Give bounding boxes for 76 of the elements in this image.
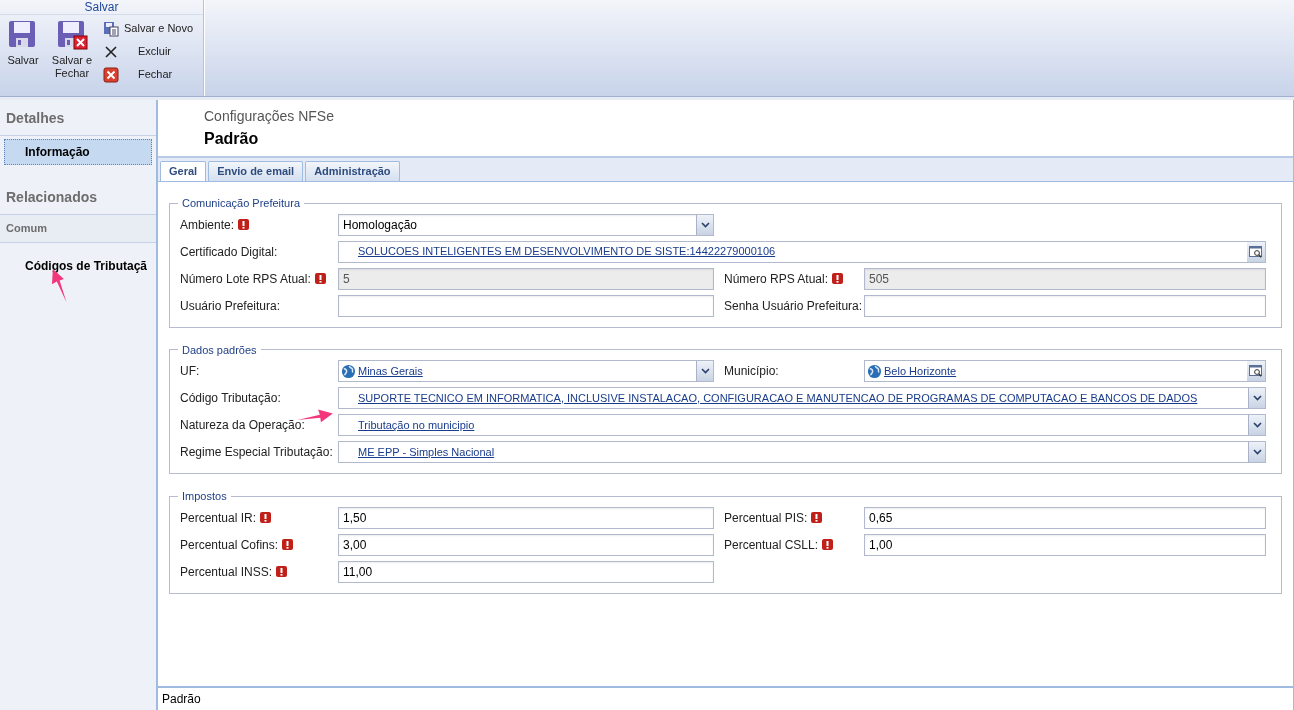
field-link[interactable]: ME EPP - Simples Nacional [358, 443, 495, 461]
chevron-down-icon [1252, 422, 1262, 428]
field-value: Homologação [342, 216, 419, 234]
chevron-down-icon [1252, 449, 1262, 455]
lookup-field[interactable]: Belo Horizonte [864, 360, 1266, 382]
field-label: Número Lote RPS Atual: [180, 271, 311, 286]
ribbon-button[interactable]: Salvar [4, 19, 42, 84]
sidebar-item[interactable]: Códigos de Tributaçã [4, 252, 152, 279]
input-field[interactable]: 11,00 [338, 560, 714, 583]
field-label: Percentual PIS: [724, 510, 808, 525]
status-text: Padrão [162, 691, 201, 708]
dropdown-button[interactable] [1248, 442, 1265, 462]
section-legend: Dados padrões [178, 341, 261, 358]
section-legend: Impostos [178, 488, 231, 505]
input-field[interactable] [338, 294, 714, 317]
magnifier-window-icon [1249, 245, 1263, 258]
dropdown-button[interactable] [1248, 388, 1265, 408]
ribbon-group-title: Salvar [0, 0, 203, 15]
dropdown-button[interactable] [696, 214, 713, 235]
dropdown-field[interactable]: Minas Gerais [338, 360, 714, 382]
ribbon-button[interactable]: Salvar e Fechar [44, 19, 100, 84]
field-link[interactable]: Tributação no municipio [358, 416, 475, 434]
field-link[interactable]: Minas Gerais [358, 362, 423, 380]
field-label: Usuário Prefeitura: [180, 298, 281, 313]
field-label: Senha Usuário Prefeitura: [724, 298, 863, 313]
close-icon [104, 44, 118, 59]
lookup-button[interactable] [1247, 241, 1265, 262]
section-legend: Comunicação Prefeitura [178, 195, 304, 212]
chevron-down-icon [700, 221, 710, 228]
sidebar-item[interactable]: Informação [4, 139, 152, 165]
field-label: Número RPS Atual: [724, 271, 829, 286]
dropdown-button[interactable] [696, 361, 713, 381]
floppy-card-icon [103, 20, 119, 37]
ribbon-button[interactable]: Fechar [102, 65, 194, 84]
field-link[interactable]: SOLUCOES INTELIGENTES EM DESENVOLVIMENTO DE SISTE:14422279000106 [358, 243, 776, 260]
tab[interactable]: Envio de email [208, 161, 304, 181]
lookup-field[interactable]: SOLUCOES INTELIGENTES EM DESENVOLVIMENTO DE SISTE:14422279000106 [338, 240, 1266, 263]
sidebar-heading: Detalhes [0, 108, 156, 136]
dropdown-field[interactable]: SUPORTE TECNICO EM INFORMATICA, INCLUSIVE INSTALACAO, CONFIGURACAO E MANUTENCAO DE PROGRAMAS DE COMPUTACAO E BANCOS DE DADOS [338, 387, 1266, 409]
field-label: Regime Especial Tributação: [180, 445, 333, 459]
field-link[interactable]: SUPORTE TECNICO EM INFORMATICA, INCLUSIVE INSTALACAO, CONFIGURACAO E MANUTENCAO DE PROGRAMAS DE COMPUTACAO E BANCOS DE DADOS [358, 389, 1198, 407]
ribbon-button[interactable]: Salvar e Novo [102, 19, 194, 38]
magnifier-window-icon [1249, 365, 1263, 377]
record-title: Padrão [204, 129, 260, 149]
input-field[interactable]: 1,50 [338, 506, 714, 529]
entity-name: Configurações NFSe [204, 107, 335, 126]
input-field[interactable]: 0,65 [864, 506, 1266, 529]
input-field[interactable] [864, 294, 1266, 317]
chevron-down-icon [1252, 395, 1262, 401]
input-field[interactable]: 1,00 [864, 533, 1266, 556]
field-label: Percentual Cofins: [180, 537, 279, 552]
field-label: Percentual INSS: [180, 564, 273, 579]
tab[interactable]: Administração [305, 161, 400, 181]
field-link[interactable]: Belo Horizonte [884, 362, 957, 380]
lookup-button[interactable] [1247, 361, 1265, 381]
dropdown-field[interactable]: Tributação no municipio [338, 414, 1266, 436]
sidebar-subheading: Comum [0, 215, 156, 243]
dropdown-field[interactable]: Homologação [338, 213, 714, 236]
field-label: Percentual IR: [180, 510, 257, 525]
globe-icon [341, 363, 356, 379]
field-label: Natureza da Operação: [180, 418, 305, 432]
close-icon [103, 66, 119, 83]
dropdown-field[interactable]: ME EPP - Simples Nacional [338, 441, 1266, 463]
field-label: Município: [724, 364, 779, 378]
input-field[interactable]: 3,00 [338, 533, 714, 556]
field-label: Ambiente: [180, 217, 235, 232]
floppy-disk-x-icon [56, 19, 88, 51]
globe-icon [867, 363, 882, 379]
field-label: Código Tributação: [180, 391, 281, 405]
field-label: Percentual CSLL: [724, 537, 819, 552]
dropdown-button[interactable] [1248, 415, 1265, 435]
field-label: Certificado Digital: [180, 244, 278, 259]
ribbon-button[interactable]: Excluir [102, 42, 194, 61]
tab[interactable]: Geral [160, 161, 207, 181]
chevron-down-icon [700, 368, 710, 374]
field-label: UF: [180, 364, 200, 378]
